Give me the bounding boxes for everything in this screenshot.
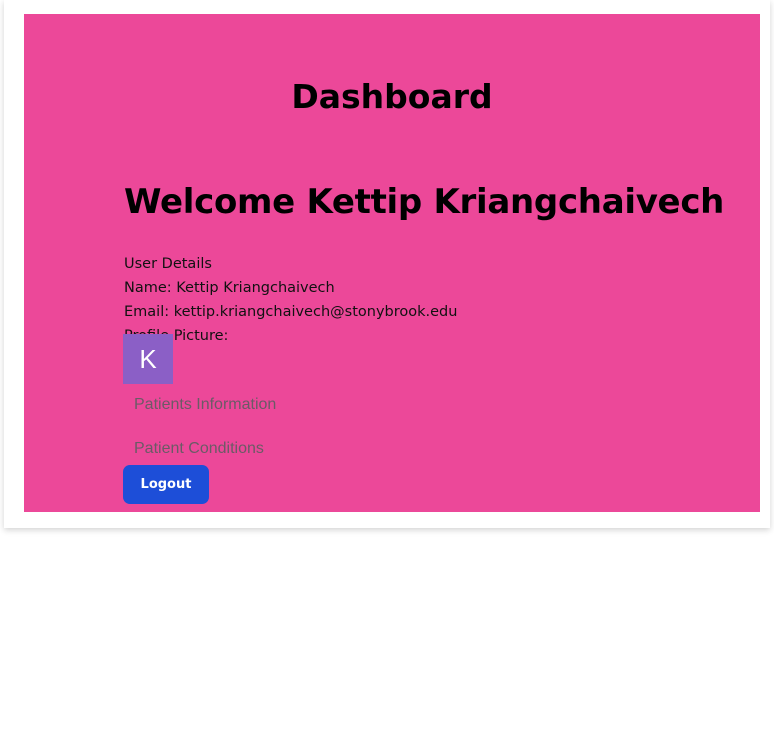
patients-information-link[interactable]: Patients Information [134,396,276,414]
logout-button[interactable]: Logout [123,465,209,504]
patient-conditions-link[interactable]: Patient Conditions [134,440,264,458]
avatar-initial: K [139,343,157,374]
user-details: User Details Name: Kettip Kriangchaivech… [124,254,457,350]
dashboard-card: Dashboard Welcome Kettip Kriangchaivech … [4,0,770,528]
user-name: Name: Kettip Kriangchaivech [124,280,335,296]
user-email: Email: kettip.kriangchaivech@stonybrook.… [124,304,458,320]
page-title: Dashboard [291,77,493,116]
user-details-header: User Details [124,256,212,272]
profile-picture-label: Profile Picture: [124,328,229,344]
dashboard-panel: Dashboard Welcome Kettip Kriangchaivech … [24,14,760,512]
avatar: K [123,334,173,384]
welcome-heading: Welcome Kettip Kriangchaivech [124,182,725,222]
